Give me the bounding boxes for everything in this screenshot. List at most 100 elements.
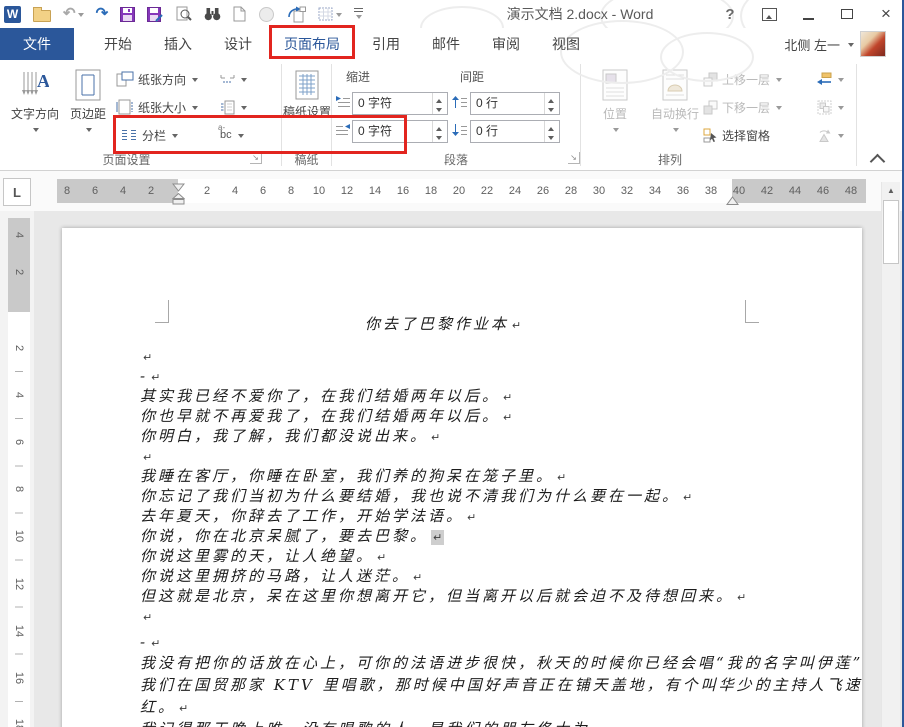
- ribbon-display-options-icon[interactable]: [759, 2, 779, 26]
- avatar[interactable]: [860, 31, 886, 57]
- minimize-icon[interactable]: [798, 2, 818, 26]
- document-line[interactable]: 我们在国贸那家 KTV 里唱歌，那时候中国好声音正在铺天盖地，有个叫华少的主持人…: [140, 674, 760, 696]
- chevron-down-icon: [241, 106, 247, 113]
- scrollbar-thumb[interactable]: [883, 200, 899, 264]
- document-line[interactable]: 但这就是北京，呆在这里你想离开它，但当离开以后就会迫不及待想回来。↵: [140, 586, 760, 606]
- document-line[interactable]: 我记得那天晚上唯一没有唱歌的人，是我们的朋友佟大为: [140, 718, 760, 727]
- spin-up-icon[interactable]: [545, 121, 559, 132]
- spin-up-icon[interactable]: [433, 121, 447, 132]
- align-objects-icon: [817, 72, 832, 87]
- orientation-button[interactable]: 纸张方向: [116, 66, 198, 92]
- spin-down-icon[interactable]: [545, 132, 559, 143]
- tab-插入[interactable]: 插入: [148, 28, 208, 60]
- document-line[interactable]: 去年夏天，你辞去了工作，开始学法语。↵: [140, 506, 760, 526]
- dialog-launcher-icon[interactable]: ↘: [250, 152, 262, 164]
- document-line[interactable]: ↵: [140, 346, 760, 366]
- open-folder-icon[interactable]: [33, 4, 51, 24]
- spacing-before-icon: [452, 96, 468, 110]
- tab-审阅[interactable]: 审阅: [476, 28, 536, 60]
- spacing-after-field[interactable]: 0 行: [470, 120, 560, 143]
- position-button: 位置: [592, 64, 638, 150]
- document-line[interactable]: ↵: [140, 606, 760, 626]
- vertical-ruler-strip: 4224681012141618: [0, 211, 34, 727]
- breaks-button[interactable]: [220, 66, 247, 92]
- tab-邮件[interactable]: 邮件: [416, 28, 476, 60]
- account-area[interactable]: 北侧 左一: [784, 28, 886, 60]
- tab-视图[interactable]: 视图: [536, 28, 596, 60]
- right-indent-marker[interactable]: [726, 193, 739, 211]
- document-line[interactable]: 你明白，我了解，我们都没说出来。↵: [140, 426, 760, 446]
- scroll-up-icon[interactable]: ▲: [882, 182, 900, 200]
- help-icon[interactable]: ?: [720, 2, 740, 26]
- document-line[interactable]: 你说这里雾的天，让人绝望。↵: [140, 546, 760, 566]
- save-icon[interactable]: [120, 4, 135, 24]
- spinner-buttons[interactable]: [432, 93, 447, 114]
- hyphenation-button[interactable]: a-bc: [218, 122, 244, 148]
- spinner-buttons[interactable]: [544, 93, 559, 114]
- find-icon[interactable]: [204, 4, 221, 24]
- tab-开始[interactable]: 开始: [88, 28, 148, 60]
- document-line[interactable]: 你说这里拥挤的马路，让人迷茫。↵: [140, 566, 760, 586]
- spacing-before-field[interactable]: 0 行: [470, 92, 560, 115]
- ruler-number: 22: [481, 179, 493, 203]
- margins-button[interactable]: 页边距: [64, 64, 112, 150]
- new-document-icon[interactable]: [233, 4, 246, 24]
- spinner-buttons[interactable]: [432, 121, 447, 142]
- vertical-scrollbar[interactable]: ▲: [881, 182, 900, 727]
- paste-special-icon[interactable]: [287, 4, 306, 24]
- ruler-number: 4: [120, 179, 126, 203]
- align-objects-button[interactable]: [817, 66, 844, 92]
- document-line[interactable]: ↵: [140, 446, 760, 466]
- document-line[interactable]: 你说，你在北京呆腻了，要去巴黎。↵: [140, 526, 760, 546]
- spin-up-icon[interactable]: [545, 93, 559, 104]
- document-line[interactable]: 红。↵: [140, 696, 760, 718]
- customize-quick-access-toolbar-icon[interactable]: [354, 4, 363, 24]
- print-preview-icon[interactable]: [175, 4, 192, 24]
- tab-页面布局[interactable]: 页面布局: [268, 28, 356, 60]
- document-line[interactable]: 我睡在客厅，你睡在卧室，我们养的狗呆在笼子里。↵: [140, 466, 760, 486]
- tab-引用[interactable]: 引用: [356, 28, 416, 60]
- ribbon-tab-row: 文件 开始插入设计页面布局引用邮件审阅视图 北侧 左一: [0, 28, 902, 60]
- maximize-icon[interactable]: [837, 2, 857, 26]
- line-numbers-button[interactable]: [220, 94, 247, 120]
- spin-down-icon[interactable]: [433, 132, 447, 143]
- document-line[interactable]: -↵: [140, 632, 760, 652]
- spinner-buttons[interactable]: [544, 121, 559, 142]
- close-icon[interactable]: ×: [876, 2, 896, 26]
- line-text: -: [140, 367, 148, 385]
- selection-pane-button[interactable]: 选择窗格: [703, 122, 770, 148]
- chevron-down-icon: [33, 128, 39, 135]
- document-line[interactable]: 你也早就不再爱我了，在我们结婚两年以后。↵: [140, 406, 760, 426]
- indent-left-field[interactable]: 0 字符: [352, 92, 448, 115]
- word-logo-icon[interactable]: W: [4, 4, 21, 24]
- document-line[interactable]: -↵: [140, 366, 760, 386]
- group-arrange: 位置 自动换行 上移一层 下移一层 选择: [585, 60, 855, 170]
- paper-size-button[interactable]: 纸张大小: [116, 94, 198, 120]
- document-line[interactable]: 我没有把你的话放在心上，可你的法语进步很快，秋天的时候你已经会唱“我的名字叫伊莲…: [140, 652, 760, 674]
- redo-icon[interactable]: ↷: [96, 4, 109, 24]
- ruler-number: 26: [537, 179, 549, 203]
- tab-设计[interactable]: 设计: [208, 28, 268, 60]
- ruler-number: 8: [64, 179, 70, 203]
- tab-stop-selector[interactable]: L: [3, 178, 31, 206]
- spin-up-icon[interactable]: [433, 93, 447, 104]
- undo-icon[interactable]: ↶: [63, 4, 84, 24]
- tab-file[interactable]: 文件: [0, 28, 74, 60]
- spin-down-icon[interactable]: [433, 104, 447, 115]
- spin-down-icon[interactable]: [545, 104, 559, 115]
- text-direction-button[interactable]: A 文字方向: [6, 64, 64, 150]
- collapse-ribbon-icon[interactable]: [870, 154, 886, 170]
- ruler-number: 6: [11, 434, 27, 450]
- document-title-line[interactable]: 你去了巴黎作业本↵: [140, 314, 746, 334]
- manuscript-setup-button[interactable]: 稿纸设置: [284, 64, 330, 150]
- dialog-launcher-icon[interactable]: ↘: [568, 152, 580, 164]
- document-page[interactable]: 你去了巴黎作业本↵ ↵-↵其实我已经不爱你了，在我们结婚两年以后。↵你也早就不再…: [62, 228, 862, 727]
- document-line[interactable]: 其实我已经不爱你了，在我们结婚两年以后。↵: [140, 386, 760, 406]
- indent-right-field[interactable]: 0 字符: [352, 120, 448, 143]
- save-as-icon[interactable]: [147, 4, 163, 24]
- document-line[interactable]: 你忘记了我们当初为什么要结婚，我也说不清我们为什么要在一起。↵: [140, 486, 760, 506]
- hanging-indent-marker[interactable]: [172, 192, 185, 210]
- line-text: 我记得那天晚上唯一没有唱歌的人，是我们的朋友佟大为: [140, 720, 590, 727]
- ruler-number: 44: [789, 179, 801, 203]
- select-table-icon[interactable]: [318, 4, 342, 24]
